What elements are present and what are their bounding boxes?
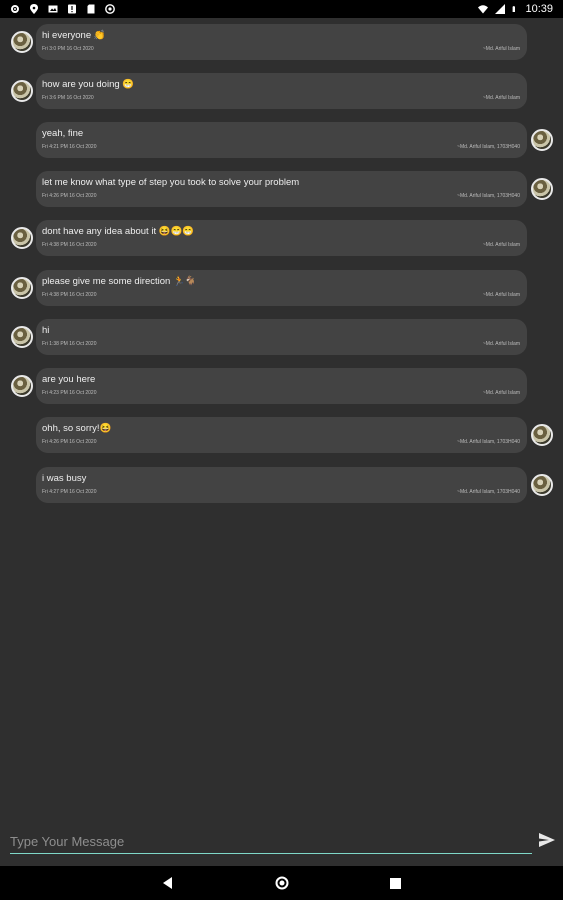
message-author: ~Md. Ariful Islam	[482, 46, 520, 52]
signal-icon	[495, 4, 506, 14]
avatar[interactable]	[11, 80, 33, 102]
message-time: Fri 3:6 PM 16 Oct 2020	[42, 95, 94, 101]
message-bubble[interactable]: hi everyone 👏 Fri 3:0 PM 16 Oct 2020 ~Md…	[36, 24, 527, 60]
avatar[interactable]	[11, 277, 33, 299]
message-row: hi everyone 👏 Fri 3:0 PM 16 Oct 2020 ~Md…	[0, 24, 563, 60]
message-author: ~Md. Ariful Islam	[482, 292, 520, 298]
message-time: Fri 4:27 PM 16 Oct 2020	[42, 489, 97, 495]
message-author: ~Md. Ariful Islam, 1703H040	[457, 489, 520, 495]
avatar[interactable]	[531, 474, 553, 496]
message-time: Fri 3:0 PM 16 Oct 2020	[42, 46, 94, 52]
wifi-icon	[478, 5, 489, 14]
message-composer	[0, 820, 563, 866]
message-bubble[interactable]: how are you doing 😁 Fri 3:6 PM 16 Oct 20…	[36, 73, 527, 109]
avatar[interactable]	[11, 375, 33, 397]
message-author: ~Md. Ariful Islam	[482, 242, 520, 248]
message-bubble[interactable]: yeah, fine Fri 4:21 PM 16 Oct 2020 ~Md. …	[36, 122, 527, 158]
message-input-underline	[10, 830, 532, 854]
avatar[interactable]	[531, 178, 553, 200]
avatar[interactable]	[11, 326, 33, 348]
message-time: Fri 4:21 PM 16 Oct 2020	[42, 144, 97, 150]
message-author: ~Md. Ariful Islam, 1703H040	[457, 144, 520, 150]
status-bar: 10:39	[0, 0, 563, 18]
message-row: hi Fri 1:38 PM 16 Oct 2020 ~Md. Ariful I…	[0, 319, 563, 355]
message-text: yeah, fine	[42, 128, 84, 139]
message-bubble[interactable]: please give me some direction 🏃🐐 Fri 4:3…	[36, 270, 527, 306]
message-text: i was busy	[42, 473, 87, 484]
message-time: Fri 4:26 PM 16 Oct 2020	[42, 193, 97, 199]
battery-icon	[513, 6, 516, 12]
message-text: hi everyone 👏	[42, 30, 106, 41]
system-nav-bar	[0, 866, 563, 900]
message-text: please give me some direction 🏃🐐	[42, 276, 197, 287]
status-time: 10:39	[525, 3, 553, 15]
message-text: dont have any idea about it 😆😁😁	[42, 226, 195, 237]
avatar[interactable]	[531, 424, 553, 446]
send-icon[interactable]	[538, 831, 556, 849]
avatar[interactable]	[11, 31, 33, 53]
chat-message-list[interactable]: hi everyone 👏 Fri 3:0 PM 16 Oct 2020 ~Md…	[0, 18, 563, 820]
message-time: Fri 4:23 PM 16 Oct 2020	[42, 390, 97, 396]
message-bubble[interactable]: i was busy Fri 4:27 PM 16 Oct 2020 ~Md. …	[36, 467, 527, 503]
message-row: let me know what type of step you took t…	[0, 171, 563, 207]
message-bubble[interactable]: dont have any idea about it 😆😁😁 Fri 4:38…	[36, 220, 527, 256]
message-row: are you here Fri 4:23 PM 16 Oct 2020 ~Md…	[0, 368, 563, 404]
back-button[interactable]	[161, 876, 175, 890]
message-time: Fri 4:26 PM 16 Oct 2020	[42, 439, 97, 445]
message-bubble[interactable]: hi Fri 1:38 PM 16 Oct 2020 ~Md. Ariful I…	[36, 319, 527, 355]
back-icon	[162, 877, 172, 889]
home-button[interactable]	[275, 876, 289, 890]
avatar[interactable]	[531, 129, 553, 151]
message-author: ~Md. Ariful Islam, 1703H040	[457, 193, 520, 199]
message-time: Fri 1:38 PM 16 Oct 2020	[42, 341, 97, 347]
message-bubble[interactable]: let me know what type of step you took t…	[36, 171, 527, 207]
location-icon	[30, 4, 38, 14]
message-text: hi	[42, 325, 50, 336]
message-author: ~Md. Ariful Islam	[482, 390, 520, 396]
message-row: i was busy Fri 4:27 PM 16 Oct 2020 ~Md. …	[0, 467, 563, 503]
cast-icon	[105, 4, 115, 14]
message-input[interactable]	[10, 830, 532, 852]
message-author: ~Md. Ariful Islam, 1703H040	[457, 439, 520, 445]
message-row: yeah, fine Fri 4:21 PM 16 Oct 2020 ~Md. …	[0, 122, 563, 158]
message-author: ~Md. Ariful Islam	[482, 95, 520, 101]
image-icon	[48, 5, 58, 13]
sd-card-icon	[87, 4, 95, 14]
message-text: are you here	[42, 374, 96, 385]
status-right-icons: 10:39	[478, 3, 553, 15]
message-text: let me know what type of step you took t…	[42, 177, 300, 188]
message-bubble[interactable]: ohh, so sorry!😆 Fri 4:26 PM 16 Oct 2020 …	[36, 417, 527, 453]
message-time: Fri 4:38 PM 16 Oct 2020	[42, 242, 97, 248]
message-bubble[interactable]: are you here Fri 4:23 PM 16 Oct 2020 ~Md…	[36, 368, 527, 404]
recents-icon	[390, 877, 401, 889]
recents-button[interactable]	[389, 876, 403, 890]
status-left-icons	[10, 4, 115, 14]
avatar[interactable]	[11, 227, 33, 249]
message-row: please give me some direction 🏃🐐 Fri 4:3…	[0, 270, 563, 306]
alert-icon	[68, 4, 76, 14]
message-row: how are you doing 😁 Fri 3:6 PM 16 Oct 20…	[0, 73, 563, 109]
message-text: how are you doing 😁	[42, 79, 135, 90]
home-icon	[275, 876, 288, 890]
gear-icon	[11, 5, 19, 13]
message-time: Fri 4:38 PM 16 Oct 2020	[42, 292, 97, 298]
message-row: ohh, so sorry!😆 Fri 4:26 PM 16 Oct 2020 …	[0, 417, 563, 453]
message-row: dont have any idea about it 😆😁😁 Fri 4:38…	[0, 220, 563, 256]
message-author: ~Md. Ariful Islam	[482, 341, 520, 347]
message-text: ohh, so sorry!😆	[42, 423, 112, 434]
